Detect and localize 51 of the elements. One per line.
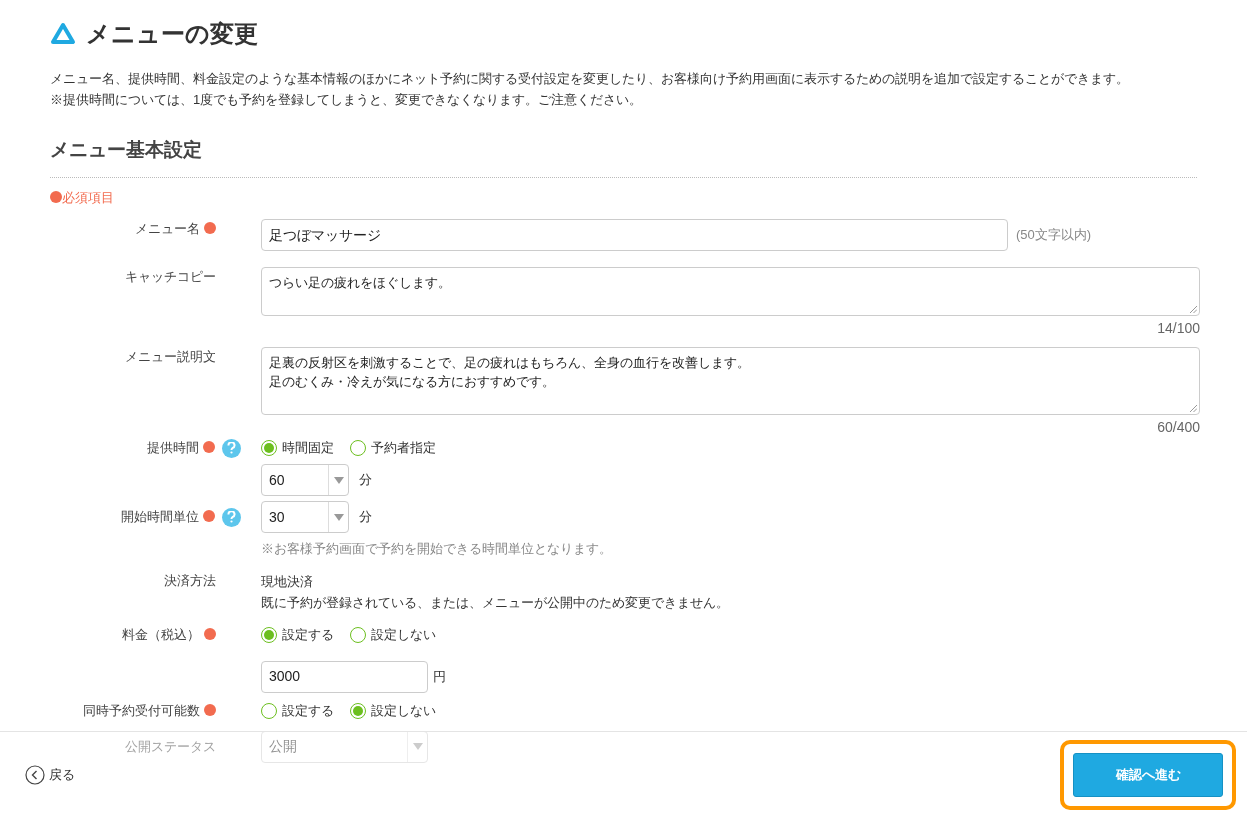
caution-text: ※提供時間については、1度でも予約を登録してしまうと、変更できなくなります。ご注意ください。 xyxy=(50,91,644,109)
length-hint: (50文字以内) xyxy=(1016,226,1092,245)
radio-label: 時間固定 xyxy=(282,439,334,458)
radio-label: 設定しない xyxy=(371,701,436,720)
field-label: 提供時間 xyxy=(147,439,199,458)
radio-label: 設定しない xyxy=(371,625,436,644)
field-label: 料金（税込） xyxy=(122,625,200,644)
select-field[interactable]: 30 xyxy=(261,501,349,533)
radio-label: 設定する xyxy=(282,625,334,644)
field-label: 同時予約受付可能数 xyxy=(83,701,200,720)
field-note: ※お客様予約画面で予約を開始できる時間単位となります。 xyxy=(261,540,612,558)
text-area[interactable]: つらい足の疲れをほぐします。 xyxy=(261,267,1200,316)
radio-option[interactable]: 設定する xyxy=(261,624,334,645)
field-label: キャッチコピー xyxy=(125,268,216,287)
caret-icon xyxy=(333,513,344,521)
field-label: メニュー名 xyxy=(135,220,200,239)
field-text: 現地決済 xyxy=(261,572,314,591)
logo-icon xyxy=(50,22,76,46)
radio-option[interactable]: 設定する xyxy=(261,700,334,721)
unit-label: 分 xyxy=(359,508,372,527)
field-text: 既に予約が登録されている、または、メニューが公開中のため変更できません。 xyxy=(261,593,729,612)
field-label: 決済方法 xyxy=(164,571,216,590)
radio-option[interactable]: 時間固定 xyxy=(261,438,334,458)
intro-text: メニュー名、提供時間、料金設定のような基本情報のほかにネット予約に関する受付設定を変更したり、お客様向け予約用画面に表示するための説明を追加で設定することができます。 xyxy=(50,70,1130,88)
resize-handle-icon[interactable] xyxy=(1190,306,1197,313)
chevron-left-icon xyxy=(25,764,45,785)
text-input[interactable]: 足つぼマッサージ xyxy=(261,219,1008,251)
field-label: 公開ステータス xyxy=(125,737,216,756)
radio-label: 設定する xyxy=(282,701,334,720)
field-label: メニュー説明文 xyxy=(125,348,216,367)
field-label: 開始時間単位 xyxy=(121,508,199,527)
caret-icon xyxy=(333,476,344,484)
page-title: メニューの変更 xyxy=(86,19,258,49)
required-note: 必須項目 xyxy=(62,188,114,207)
back-link[interactable]: 戻る xyxy=(25,764,75,785)
resize-handle-icon[interactable] xyxy=(1190,405,1197,412)
character-counter: 14/100 xyxy=(1157,319,1200,338)
radio-label: 予約者指定 xyxy=(371,439,436,458)
unit-label: 円 xyxy=(433,667,446,686)
radio-option[interactable]: 設定しない xyxy=(350,624,436,645)
text-area[interactable]: 足裏の反射区を刺激することで、足の疲れはもちろん、全身の血行を改善します。 足のむくみ・冷えが気になる方におすすめです。 xyxy=(261,347,1200,415)
section-title: メニュー基本設定 xyxy=(50,138,203,162)
radio-option[interactable]: 予約者指定 xyxy=(350,438,436,458)
caret-icon xyxy=(412,743,423,750)
select-field[interactable]: 60 xyxy=(261,464,349,496)
radio-option[interactable]: 設定しない xyxy=(350,700,436,721)
unit-label: 分 xyxy=(359,471,372,490)
price-input[interactable]: 3000 xyxy=(261,660,428,693)
help-icon[interactable] xyxy=(222,507,241,527)
help-icon[interactable] xyxy=(222,438,241,458)
character-counter: 60/400 xyxy=(1157,418,1200,437)
